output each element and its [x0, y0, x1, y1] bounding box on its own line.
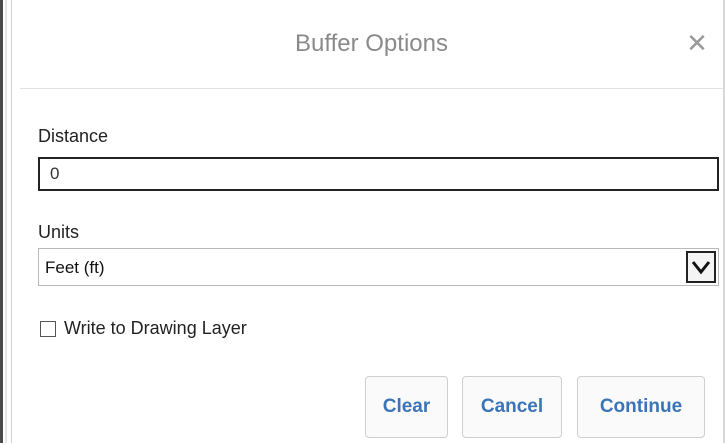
buffer-options-dialog: Buffer Options ✕ Distance Units Feet (ft… — [20, 0, 723, 443]
distance-input[interactable] — [38, 157, 719, 191]
window-edge — [0, 0, 3, 443]
clear-button[interactable]: Clear — [365, 376, 448, 438]
continue-button[interactable]: Continue — [577, 376, 705, 438]
page-frame: Buffer Options ✕ Distance Units Feet (ft… — [0, 0, 725, 443]
chevron-down-icon[interactable] — [686, 251, 716, 283]
window-edge-line — [11, 0, 12, 443]
dialog-title: Buffer Options — [295, 30, 448, 57]
distance-label: Distance — [38, 126, 109, 146]
units-select[interactable]: Feet (ft) — [38, 248, 719, 286]
cancel-button[interactable]: Cancel — [462, 376, 562, 438]
write-to-drawing-layer-checkbox[interactable] — [40, 321, 56, 337]
write-to-drawing-layer-label[interactable]: Write to Drawing Layer — [64, 318, 247, 339]
dialog-header: Buffer Options ✕ — [20, 0, 723, 89]
window-edge-highlight — [5, 0, 7, 443]
close-icon[interactable]: ✕ — [683, 28, 711, 58]
units-selected-value: Feet (ft) — [45, 258, 105, 277]
units-label: Units — [38, 222, 80, 242]
